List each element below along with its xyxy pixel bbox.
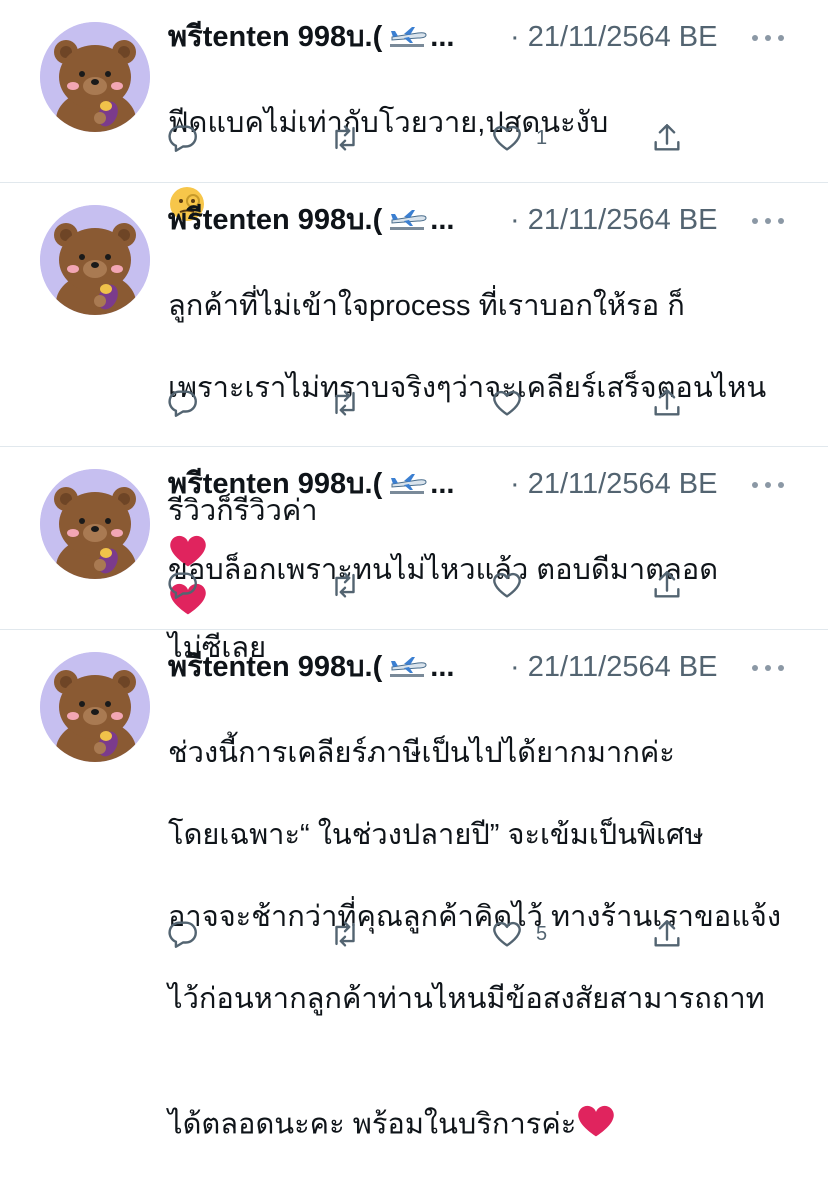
like-icon [493, 125, 521, 151]
retweet-icon [335, 125, 355, 151]
display-name-text: พรีtenten 998บ.( [168, 468, 383, 500]
like-count: 1 [536, 126, 548, 149]
tweet-timestamp[interactable]: · 21/11/2564 BE [510, 202, 717, 238]
retweet-button[interactable] [328, 565, 362, 605]
share-icon [654, 920, 680, 947]
name-ellipsis: ... [430, 468, 455, 500]
like-button[interactable] [490, 565, 524, 605]
reply-icon [168, 390, 197, 417]
tweet-text-line: โดยเฉพาะ“ ในช่วงปลายปี” จะเข้มเป็นพิเศษ [168, 819, 704, 851]
share-icon [654, 389, 680, 416]
retweet-button[interactable] [328, 914, 362, 954]
tweet-actions: 5 [0, 914, 828, 954]
like-button[interactable]: 1 [490, 118, 547, 158]
like-button[interactable] [490, 383, 524, 423]
tweet-text-line: ช่วงนี้การเคลียร์ภาษีเป็นไปได้ยากมากค่ะ [168, 737, 675, 769]
like-icon [493, 921, 521, 947]
tweet-3[interactable]: พรีtenten 998บ.( ... · 21/11/2564 BE ขอบ… [0, 447, 828, 629]
more-icon[interactable] [752, 480, 786, 490]
airplane-emoji-icon [388, 655, 428, 679]
retweet-icon [335, 572, 355, 598]
share-icon [654, 124, 680, 151]
reply-icon [168, 125, 197, 152]
retweet-icon [335, 390, 355, 416]
more-icon[interactable] [752, 663, 786, 673]
tweet-text-line: ไว้ก่อนหากลูกค้าท่านไหนมีข้อสงสัยสามารถถ… [168, 983, 765, 1015]
tweet-text-line: ลูกค้าที่ไม่เข้าใจprocess ที่เราบอกให้รอ… [168, 290, 685, 322]
share-button[interactable] [650, 383, 684, 423]
more-icon[interactable] [752, 33, 786, 43]
reply-icon [168, 921, 197, 948]
display-name[interactable]: พรีtenten 998บ.( ... [168, 466, 454, 502]
reply-button[interactable] [166, 565, 200, 605]
tweet-timestamp[interactable]: · 21/11/2564 BE [510, 19, 717, 55]
display-name[interactable]: พรีtenten 998บ.( ... [168, 202, 454, 238]
airplane-emoji-icon [388, 25, 428, 49]
display-name-text: พรีtenten 998บ.( [168, 21, 383, 53]
display-name-text: พรีtenten 998บ.( [168, 204, 383, 236]
reply-button[interactable] [166, 118, 200, 158]
tweet-timestamp[interactable]: · 21/11/2564 BE [510, 466, 717, 502]
airplane-emoji-icon [388, 208, 428, 232]
airplane-emoji-icon [388, 472, 428, 496]
like-icon [493, 572, 521, 598]
retweet-icon [335, 921, 355, 947]
tweet-actions [0, 565, 828, 605]
share-button[interactable] [650, 565, 684, 605]
retweet-button[interactable] [328, 383, 362, 423]
avatar[interactable] [40, 652, 150, 762]
share-button[interactable] [650, 914, 684, 954]
avatar[interactable] [40, 469, 150, 579]
red-heart-emoji-icon [576, 1102, 616, 1150]
like-count: 5 [536, 922, 548, 945]
avatar[interactable] [40, 22, 150, 132]
retweet-button[interactable] [328, 118, 362, 158]
tweet-4[interactable]: พรีtenten 998บ.( ... · 21/11/2564 BE ช่ว… [0, 630, 828, 1141]
display-name-text: พรีtenten 998บ.( [168, 651, 383, 683]
name-ellipsis: ... [430, 21, 455, 53]
reply-button[interactable] [166, 914, 200, 954]
tweet-text-content: ได้ตลอดนะคะ พร้อมในบริการค่ะ [168, 1108, 577, 1141]
tweet-actions [0, 383, 828, 423]
avatar[interactable] [40, 205, 150, 315]
tweet-text-line: ได้ตลอดนะคะ พร้อมในบริการค่ะ [168, 1061, 808, 1150]
display-name[interactable]: พรีtenten 998บ.( ... [168, 19, 454, 55]
tweet-2[interactable]: พรีtenten 998บ.( ... · 21/11/2564 BE ลูก… [0, 183, 828, 664]
share-button[interactable] [650, 118, 684, 158]
like-icon [493, 390, 521, 416]
reply-icon [168, 572, 197, 599]
name-ellipsis: ... [430, 651, 455, 683]
tweet-actions: 1 [0, 118, 828, 158]
more-icon[interactable] [752, 216, 786, 226]
like-button[interactable]: 5 [490, 914, 547, 954]
display-name[interactable]: พรีtenten 998บ.( ... [168, 649, 454, 685]
reply-button[interactable] [166, 383, 200, 423]
share-icon [654, 571, 680, 598]
tweet-1[interactable]: พรีtenten 998บ.( ... · 21/11/2564 BE ฟีด… [0, 0, 828, 221]
name-ellipsis: ... [430, 204, 455, 236]
tweet-timestamp[interactable]: · 21/11/2564 BE [510, 649, 717, 685]
